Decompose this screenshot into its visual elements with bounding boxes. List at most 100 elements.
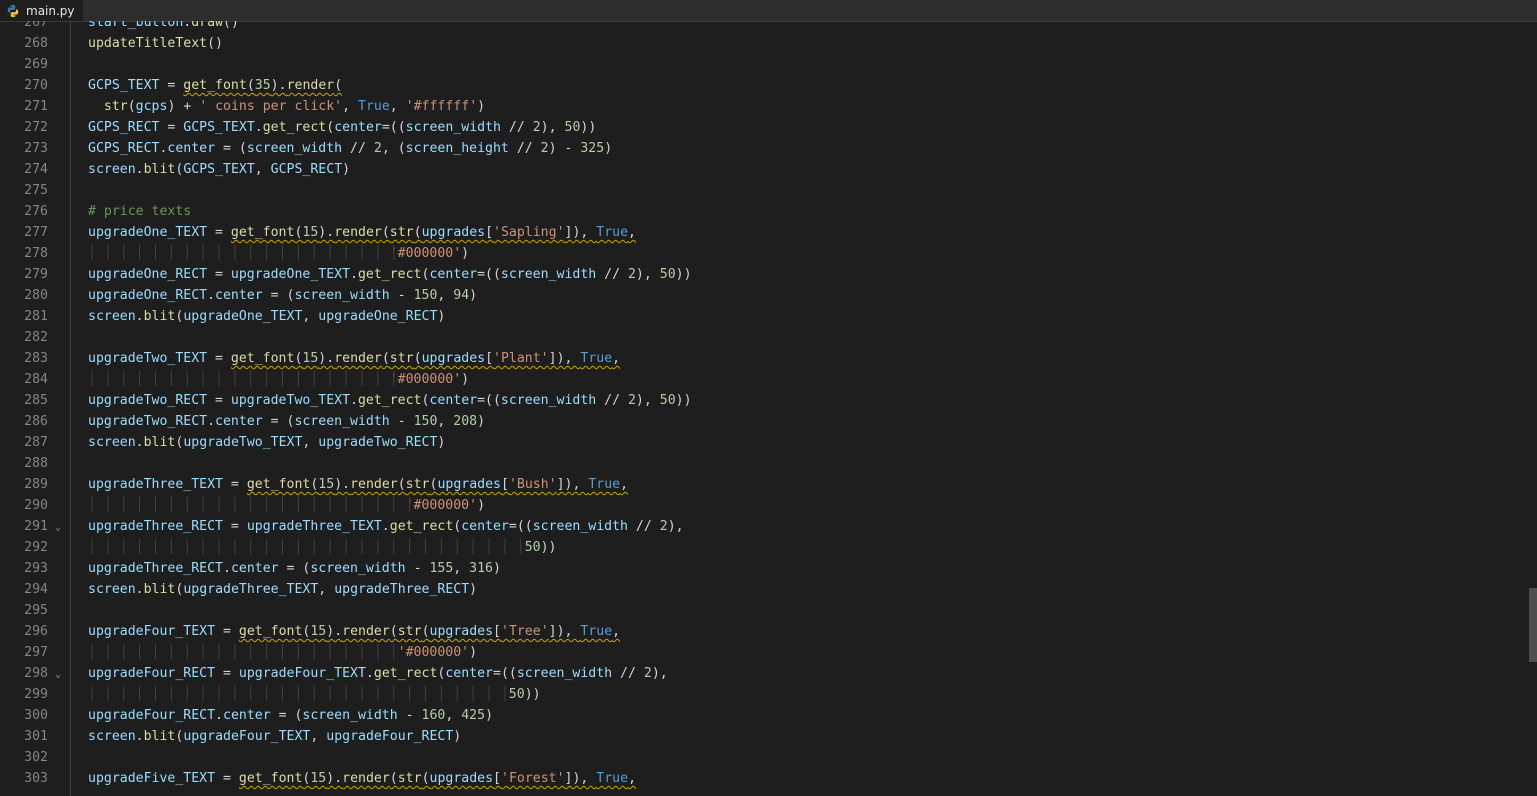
- code-token: screen: [88, 309, 136, 324]
- code-text: │ │ │ │ │ │ │ │ │ │ │ │ │ │ │ │ │ │ │ │ …: [88, 495, 485, 516]
- code-token: .: [135, 162, 144, 177]
- code-line[interactable]: 285 upgradeTwo_RECT = upgradeTwo_TEXT.get…: [0, 390, 1537, 411]
- code-token: GCPS_TEXT: [183, 162, 255, 177]
- code-token: ).: [326, 771, 343, 786]
- code-line[interactable]: 296 upgradeFour_TEXT = get_font (15).rende…: [0, 621, 1537, 642]
- line-number: 273: [24, 141, 48, 156]
- code-line[interactable]: 272 GCPS_RECT = GCPS_TEXT.get_rect(center…: [0, 117, 1537, 138]
- code-token: 208: [453, 414, 478, 429]
- line-number: 296: [24, 624, 48, 639]
- code-token: //: [596, 393, 628, 408]
- code-token: ,: [612, 624, 621, 639]
- code-line[interactable]: 293 upgradeThree_RECT.center = (screen_wi…: [0, 558, 1537, 579]
- code-token: get_font: [238, 624, 303, 639]
- code-line[interactable]: 280 upgradeOne_RECT.center = (screen_widt…: [0, 285, 1537, 306]
- code-token: ]),: [556, 477, 589, 492]
- code-line[interactable]: 274 screen.blit(GCPS_TEXT, GCPS_RECT): [0, 159, 1537, 180]
- code-text: screen.blit(upgradeThree_TEXT, upgradeTh…: [88, 579, 477, 600]
- code-line[interactable]: 275: [0, 180, 1537, 201]
- code-token: screen_width: [246, 141, 343, 156]
- line-number: 291: [24, 519, 48, 534]
- code-text: str(gcps) + ' coins per click', True, '#…: [88, 96, 485, 117]
- tab-main-py[interactable]: main.py: [0, 0, 83, 21]
- code-line[interactable]: 287 screen.blit(upgradeTwo_TEXT, upgradeT…: [0, 432, 1537, 453]
- code-line[interactable]: 290 │ │ │ │ │ │ │ │ │ │ │ │ │ │ │ │ │ │ │…: [0, 495, 1537, 516]
- code-line[interactable]: 278 │ │ │ │ │ │ │ │ │ │ │ │ │ │ │ │ │ │ │…: [0, 243, 1537, 264]
- indent-guides: │ │ │ │ │ │ │ │ │ │ │ │ │ │ │ │ │ │ │ │: [88, 645, 406, 660]
- code-line[interactable]: 269: [0, 54, 1537, 75]
- vertical-scrollbar-thumb[interactable]: [1529, 588, 1537, 662]
- code-token: str: [103, 99, 128, 114]
- code-token: upgrades: [429, 771, 494, 786]
- code-line[interactable]: 294 screen.blit(upgradeThree_TEXT, upgrad…: [0, 579, 1537, 600]
- fold-chevron-icon[interactable]: ⌄: [52, 516, 64, 537]
- code-token: 94: [453, 288, 470, 303]
- code-token: ]),: [548, 624, 581, 639]
- code-token: .: [350, 393, 358, 408]
- code-token: ): [477, 414, 486, 429]
- line-number: 292: [24, 540, 48, 555]
- line-number: 269: [24, 57, 48, 72]
- code-line[interactable]: 292 │ │ │ │ │ │ │ │ │ │ │ │ │ │ │ │ │ │ │…: [0, 537, 1537, 558]
- code-line[interactable]: 298 ⌄ upgradeFour_RECT = upgradeFour_TEXT.…: [0, 663, 1537, 684]
- code-line[interactable]: 295: [0, 600, 1537, 621]
- code-text: │ │ │ │ │ │ │ │ │ │ │ │ │ │ │ │ │ │ │ │ …: [88, 684, 541, 705]
- code-token: ]),: [564, 225, 597, 240]
- code-token: =: [207, 267, 231, 282]
- code-line[interactable]: 300 upgradeFour_RECT.center = (screen_wid…: [0, 705, 1537, 726]
- code-token: ): [469, 288, 478, 303]
- code-line[interactable]: 267 start_button.draw(): [0, 21, 1537, 33]
- code-line[interactable]: 299 │ │ │ │ │ │ │ │ │ │ │ │ │ │ │ │ │ │ │…: [0, 684, 1537, 705]
- code-editor[interactable]: 267 start_button.draw() 268 updateTitleText…: [0, 21, 1537, 796]
- code-line[interactable]: 289 upgradeThree_TEXT = get_font (15).rend…: [0, 474, 1537, 495]
- code-line[interactable]: 297 │ │ │ │ │ │ │ │ │ │ │ │ │ │ │ │ │ │ │…: [0, 642, 1537, 663]
- code-token: =: [215, 624, 239, 639]
- code-line[interactable]: 281 screen.blit(upgradeOne_TEXT, upgradeO…: [0, 306, 1537, 327]
- code-token: 425: [461, 708, 486, 723]
- code-token: -: [389, 414, 414, 429]
- code-token: (: [397, 477, 406, 492]
- code-token: 150: [413, 288, 438, 303]
- code-line[interactable]: 303 upgradeFive_TEXT = get_font (15).rende…: [0, 768, 1537, 789]
- code-line[interactable]: 277 upgradeOne_TEXT = get_font (15).render…: [0, 222, 1537, 243]
- code-line[interactable]: 276 # price texts: [0, 201, 1537, 222]
- code-token: screen_width: [532, 519, 628, 534]
- code-token: ): [453, 729, 462, 744]
- code-token: get_font: [230, 351, 295, 366]
- code-line[interactable]: 282: [0, 327, 1537, 348]
- code-text: │ │ │ │ │ │ │ │ │ │ │ │ │ │ │ │ │ │ │ │ …: [88, 642, 477, 663]
- code-line[interactable]: 283 upgradeTwo_TEXT = get_font (15).render…: [0, 348, 1537, 369]
- code-token: .: [135, 729, 144, 744]
- code-token: )): [675, 267, 692, 282]
- code-line[interactable]: 270 GCPS_TEXT = get_font(35).render(: [0, 75, 1537, 96]
- code-line[interactable]: 268 updateTitleText(): [0, 33, 1537, 54]
- fold-chevron-icon[interactable]: ⌄: [52, 663, 64, 684]
- code-token: ): [437, 309, 446, 324]
- code-token: center: [445, 666, 493, 681]
- code-line[interactable]: 271 str(gcps) + ' coins per click', True…: [0, 96, 1537, 117]
- code-line[interactable]: 286 upgradeTwo_RECT.center = (screen_widt…: [0, 411, 1537, 432]
- code-line[interactable]: 288: [0, 453, 1537, 474]
- code-line[interactable]: 302: [0, 747, 1537, 768]
- code-token: [: [493, 771, 501, 786]
- code-token: ): [437, 435, 446, 450]
- code-line[interactable]: 291 ⌄ upgradeThree_RECT = upgradeThree_TEX…: [0, 516, 1537, 537]
- code-text: upgradeOne_TEXT = get_font(15).render(st…: [88, 222, 636, 243]
- code-line[interactable]: 273 GCPS_RECT.center = (screen_width // 2…: [0, 138, 1537, 159]
- code-token: , (: [381, 141, 406, 156]
- code-line[interactable]: 284 │ │ │ │ │ │ │ │ │ │ │ │ │ │ │ │ │ │ │…: [0, 369, 1537, 390]
- code-token: ).: [334, 477, 351, 492]
- code-line[interactable]: 279 upgradeOne_RECT = upgradeOne_TEXT.get…: [0, 264, 1537, 285]
- code-line[interactable]: 301 screen.blit(upgradeFour_TEXT, upgrade…: [0, 726, 1537, 747]
- code-token: (: [413, 225, 422, 240]
- line-number: 278: [24, 246, 48, 261]
- code-token: get_font: [230, 225, 295, 240]
- code-token: =: [207, 351, 231, 366]
- code-token: screen_width: [294, 288, 390, 303]
- code-token: 'Bush': [508, 477, 557, 492]
- code-token: 155: [429, 561, 454, 576]
- line-number: 283: [24, 351, 48, 366]
- code-token: .: [135, 582, 144, 597]
- line-number: 276: [24, 204, 48, 219]
